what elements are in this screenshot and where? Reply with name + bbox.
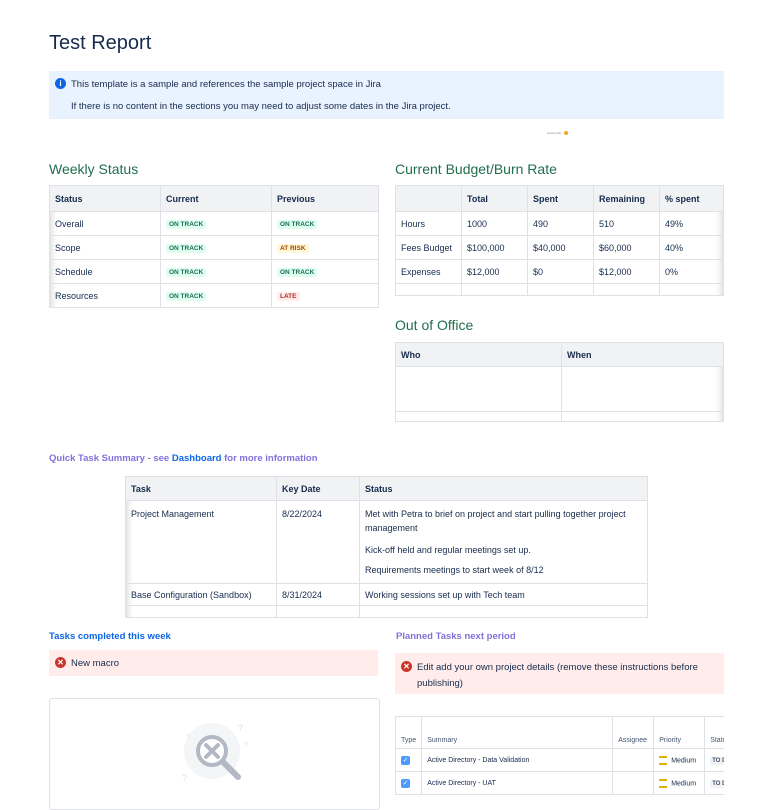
svg-text:?: ? xyxy=(244,742,248,749)
column-header[interactable]: Summary xyxy=(421,716,614,749)
status-badge: LATE xyxy=(277,292,300,301)
column-header: Spent xyxy=(527,185,594,212)
table-row xyxy=(395,366,724,412)
table-row: Resources ON TRACK LATE xyxy=(49,283,379,308)
column-header: Remaining xyxy=(593,185,660,212)
info-icon: i xyxy=(55,78,66,89)
column-header xyxy=(395,185,462,212)
column-header: Status xyxy=(359,476,648,501)
macro-error-text: New macro xyxy=(71,658,120,669)
status-badge: ON TRACK xyxy=(166,220,207,229)
planned-tasks-heading: Planned Tasks next period xyxy=(396,631,516,642)
svg-text:?: ? xyxy=(182,773,187,783)
quick-summary-heading: Quick Task Summary - see Dashboard for m… xyxy=(49,453,318,464)
table-row: Hours 1000 490 510 49% xyxy=(395,211,724,236)
no-results-magnifier-icon: ? ? ? ? xyxy=(182,723,248,783)
status-badge: ON TRACK xyxy=(166,292,207,301)
empty-state-box: ? ? ? ? xyxy=(49,698,380,810)
tasks-completed-heading: Tasks completed this week xyxy=(49,631,171,642)
priority-medium-icon xyxy=(659,755,668,765)
jira-issues-table: Type Summary Assignee Priority Status ✓ … xyxy=(395,716,724,795)
priority-medium-icon xyxy=(659,778,668,788)
table-row: Base Configuration (Sandbox) 8/31/2024 W… xyxy=(125,583,648,606)
powered-by-icon xyxy=(563,131,568,136)
weekly-status-heading: Weekly Status xyxy=(49,161,139,177)
instructions-error-text: Edit add your own project details (remov… xyxy=(417,662,698,689)
macro-error-panel: ✕ New macro xyxy=(49,650,378,676)
column-header: When xyxy=(561,342,724,367)
column-header: Key Date xyxy=(276,476,360,501)
status-badge: AT RISK xyxy=(277,244,309,253)
powered-by-badge[interactable]: poweredby xyxy=(547,131,568,136)
page-title: Test Report xyxy=(49,32,152,54)
column-header: % spent xyxy=(659,185,724,212)
task-type-icon: ✓ xyxy=(401,778,410,788)
column-header: Previous xyxy=(271,185,379,212)
column-header: Current xyxy=(160,185,272,212)
table-row[interactable]: ✓ Active Directory - UAT Medium TO DO xyxy=(395,771,724,795)
status-badge: TO DO xyxy=(710,779,724,788)
weekly-status-table: Status Current Previous Overall ON TRACK… xyxy=(49,185,379,308)
task-type-icon: ✓ xyxy=(401,755,410,765)
column-header: Total xyxy=(461,185,528,212)
table-row: Project Management 8/22/2024 Met with Pe… xyxy=(125,500,648,584)
status-badge: ON TRACK xyxy=(166,268,207,277)
status-badge: ON TRACK xyxy=(277,220,318,229)
column-header[interactable]: Assignee xyxy=(612,716,655,749)
column-header: Task xyxy=(125,476,277,501)
quick-summary-table: Task Key Date Status Project Management … xyxy=(125,476,648,618)
status-badge: ON TRACK xyxy=(277,268,318,277)
budget-table: Total Spent Remaining % spent Hours 1000… xyxy=(395,185,724,296)
out-of-office-table: Who When xyxy=(395,342,724,422)
svg-text:?: ? xyxy=(186,734,190,741)
issue-summary-link[interactable]: Active Directory - Data Validation xyxy=(421,748,614,772)
table-row: Overall ON TRACK ON TRACK xyxy=(49,211,379,236)
table-row: Expenses $12,000 $0 $12,000 0% xyxy=(395,259,724,284)
column-header[interactable]: Status xyxy=(704,716,724,749)
dashboard-link[interactable]: Dashboard xyxy=(172,453,222,464)
out-of-office-heading: Out of Office xyxy=(395,317,474,333)
info-line-1: This template is a sample and references… xyxy=(71,79,381,90)
column-header: Status xyxy=(49,185,161,212)
issue-summary-link[interactable]: Active Directory - UAT xyxy=(421,771,614,795)
column-header[interactable]: Type xyxy=(395,716,423,749)
status-badge: ON TRACK xyxy=(166,244,207,253)
error-icon: ✕ xyxy=(401,661,412,672)
info-panel: i This template is a sample and referenc… xyxy=(49,71,724,119)
info-line-2: If there is no content in the sections y… xyxy=(71,101,451,112)
table-row: Scope ON TRACK AT RISK xyxy=(49,235,379,260)
budget-heading: Current Budget/Burn Rate xyxy=(395,161,557,177)
error-icon: ✕ xyxy=(55,657,66,668)
instructions-error-panel: ✕ Edit add your own project details (rem… xyxy=(395,653,724,694)
column-header[interactable]: Priority xyxy=(653,716,706,749)
table-row[interactable]: ✓ Active Directory - Data Validation Med… xyxy=(395,748,724,772)
svg-text:?: ? xyxy=(238,723,243,733)
table-row: Fees Budget $100,000 $40,000 $60,000 40% xyxy=(395,235,724,260)
jira-issues-table-wrapper: Type Summary Assignee Priority Status ✓ … xyxy=(395,716,724,795)
table-row: Schedule ON TRACK ON TRACK xyxy=(49,259,379,284)
column-header: Who xyxy=(395,342,562,367)
status-badge: TO DO xyxy=(710,756,724,765)
